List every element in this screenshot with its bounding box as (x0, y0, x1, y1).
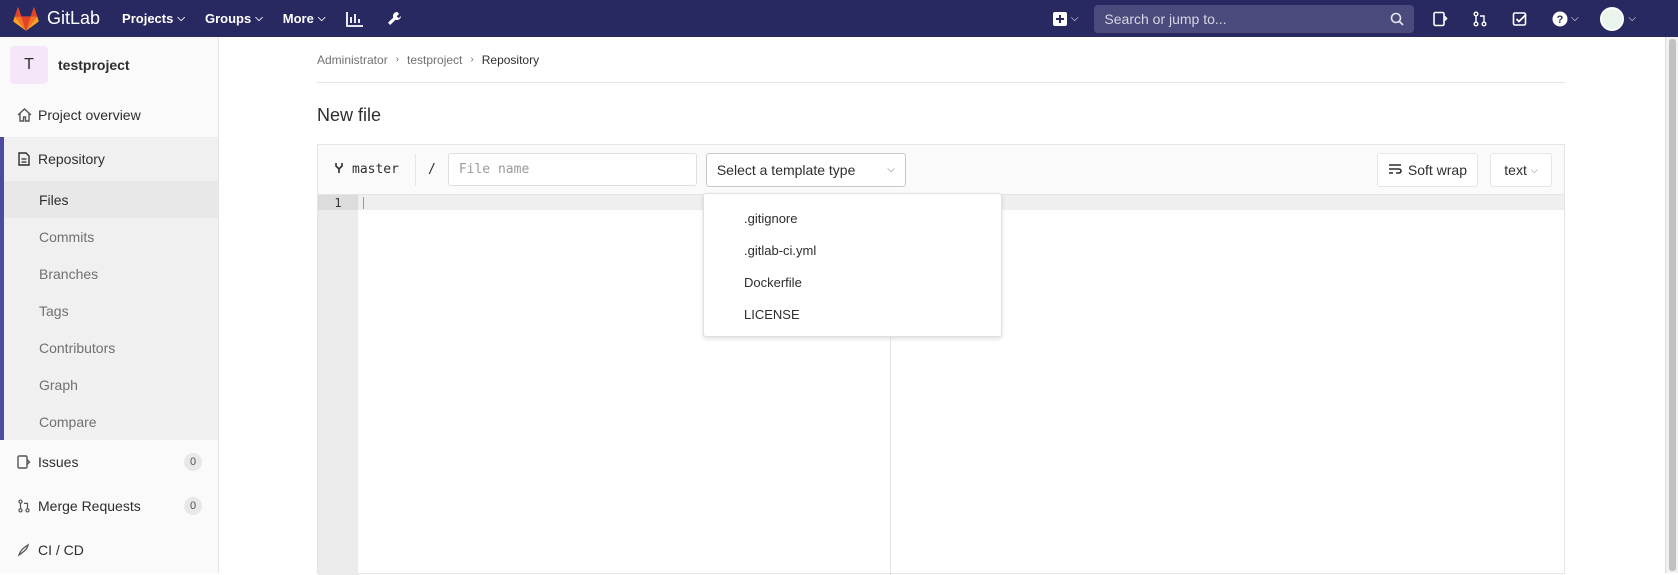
sidebar-subitem-files[interactable]: Files (4, 181, 218, 218)
issues-icon[interactable] (1430, 9, 1450, 29)
editor-mode-label: text (1504, 162, 1527, 178)
plus-square-icon (1052, 11, 1067, 26)
sidebar-subitem-compare[interactable]: Compare (4, 403, 218, 440)
avatar (1600, 6, 1625, 31)
nav-groups[interactable]: Groups ⌵ (205, 11, 263, 26)
breadcrumb-item-project[interactable]: testproject (407, 53, 462, 67)
page-title: New file (317, 105, 382, 125)
branch-fork-icon (334, 162, 344, 178)
text-cursor (363, 197, 364, 209)
chevron-down-icon: ⌵ (177, 13, 185, 24)
sidebar-item-label: CI / CD (38, 542, 84, 558)
sidebar-repository-group: Repository Files Commits Branches Tags C… (0, 137, 218, 440)
line-number-gutter: 1 (318, 195, 358, 575)
breadcrumb: Administrator › testproject › Repository (317, 37, 1565, 83)
nav-more[interactable]: More ⌵ (283, 11, 326, 26)
nav-groups-label: Groups (204, 11, 252, 26)
user-menu[interactable]: ⌵ (1600, 6, 1636, 31)
breadcrumb-item-current[interactable]: Repository (482, 53, 539, 67)
template-option-gitlab-ci[interactable]: .gitlab-ci.yml (704, 234, 1001, 266)
sidebar-item-merge-requests[interactable]: Merge Requests 0 (0, 484, 218, 528)
sidebar-item-repository[interactable]: Repository (4, 137, 218, 181)
file-name-input[interactable] (447, 153, 697, 186)
project-name: testproject (58, 57, 130, 73)
chevron-down-icon: ⌵ (1571, 13, 1579, 24)
sidebar-subitem-tags[interactable]: Tags (4, 292, 218, 329)
chevron-down-icon: ⌵ (887, 164, 895, 175)
chevron-down-icon: ⌵ (255, 13, 263, 24)
sidebar-subitem-commits[interactable]: Commits (4, 218, 218, 255)
template-type-select[interactable]: Select a template type ⌵ (705, 152, 906, 187)
path-separator: / (428, 162, 436, 177)
svg-text:?: ? (1557, 14, 1564, 26)
template-select-label: Select a template type (716, 161, 856, 178)
sidebar-item-label: Issues (38, 454, 79, 470)
sidebar-subitem-graph[interactable]: Graph (4, 366, 218, 403)
branch-name: master (352, 162, 399, 177)
new-item-button[interactable]: ⌵ (1052, 11, 1079, 26)
nav-more-label: More (282, 11, 314, 26)
sidebar-item-label: Repository (38, 151, 105, 167)
soft-wrap-button[interactable]: Soft wrap (1376, 153, 1478, 187)
sidebar-item-issues[interactable]: Issues 0 (0, 440, 218, 484)
template-option-license[interactable]: LICENSE (704, 298, 1001, 330)
chevron-down-icon: ⌵ (317, 13, 326, 24)
top-navbar: GitLab Projects ⌵ Groups ⌵ More ⌵ ⌵ Sear… (0, 0, 1678, 37)
issues-icon (16, 454, 32, 470)
merge-request-icon (16, 498, 32, 514)
todo-check-icon[interactable] (1510, 9, 1530, 29)
brand-name: GitLab (47, 8, 101, 28)
activity-chart-icon[interactable] (345, 9, 365, 29)
line-number: 1 (318, 195, 358, 210)
help-button[interactable]: ? ⌵ (1550, 9, 1580, 29)
chevron-right-icon: › (470, 54, 474, 65)
document-icon (16, 151, 32, 167)
nav-projects[interactable]: Projects ⌵ (122, 11, 185, 26)
issues-count-badge: 0 (184, 453, 202, 471)
sidebar-item-label: Merge Requests (38, 498, 141, 514)
sidebar-item-cicd[interactable]: CI / CD (0, 528, 218, 572)
chevron-down-icon: ⌵ (1628, 13, 1636, 24)
soft-wrap-label: Soft wrap (1407, 162, 1467, 178)
admin-wrench-icon[interactable] (385, 9, 405, 29)
page-scrollbar[interactable] (1665, 37, 1678, 573)
project-header[interactable]: T testproject (0, 37, 218, 93)
soft-wrap-icon (1388, 162, 1402, 178)
help-icon: ? (1552, 11, 1568, 26)
search-box[interactable] (1094, 4, 1415, 33)
editor-mode-select[interactable]: text ⌵ (1490, 153, 1552, 187)
rocket-icon (16, 542, 32, 558)
scrollbar-thumb[interactable] (1669, 39, 1676, 571)
search-input[interactable] (1104, 10, 1365, 27)
gitlab-logo[interactable]: GitLab (13, 6, 101, 31)
project-avatar: T (10, 46, 48, 84)
chevron-down-icon: ⌵ (1070, 13, 1079, 24)
nav-projects-label: Projects (122, 11, 174, 26)
template-option-gitignore[interactable]: .gitignore (704, 202, 1001, 234)
chevron-right-icon: › (395, 54, 400, 65)
merge-request-icon[interactable] (1470, 9, 1490, 29)
editor-toolbar: master / Select a template type ⌵ Soft w… (318, 145, 1564, 195)
breadcrumb-item-administrator[interactable]: Administrator (317, 53, 388, 67)
sidebar-item-label: Project overview (38, 107, 141, 123)
search-icon (1391, 12, 1404, 26)
home-icon (16, 107, 32, 123)
template-type-dropdown: .gitignore .gitlab-ci.yml Dockerfile LIC… (703, 193, 1002, 337)
sidebar-subitem-branches[interactable]: Branches (4, 255, 218, 292)
merge-requests-count-badge: 0 (184, 497, 202, 515)
sidebar-subitem-contributors[interactable]: Contributors (4, 329, 218, 366)
sidebar-item-project-overview[interactable]: Project overview (0, 93, 218, 137)
gitlab-tanuki-icon (13, 6, 39, 31)
project-sidebar: T testproject Project overview Repositor… (0, 37, 219, 573)
chevron-down-icon: ⌵ (1530, 164, 1538, 175)
main-content: Administrator › testproject › Repository… (317, 37, 1565, 575)
template-option-dockerfile[interactable]: Dockerfile (704, 266, 1001, 298)
branch-indicator: master (318, 153, 416, 186)
